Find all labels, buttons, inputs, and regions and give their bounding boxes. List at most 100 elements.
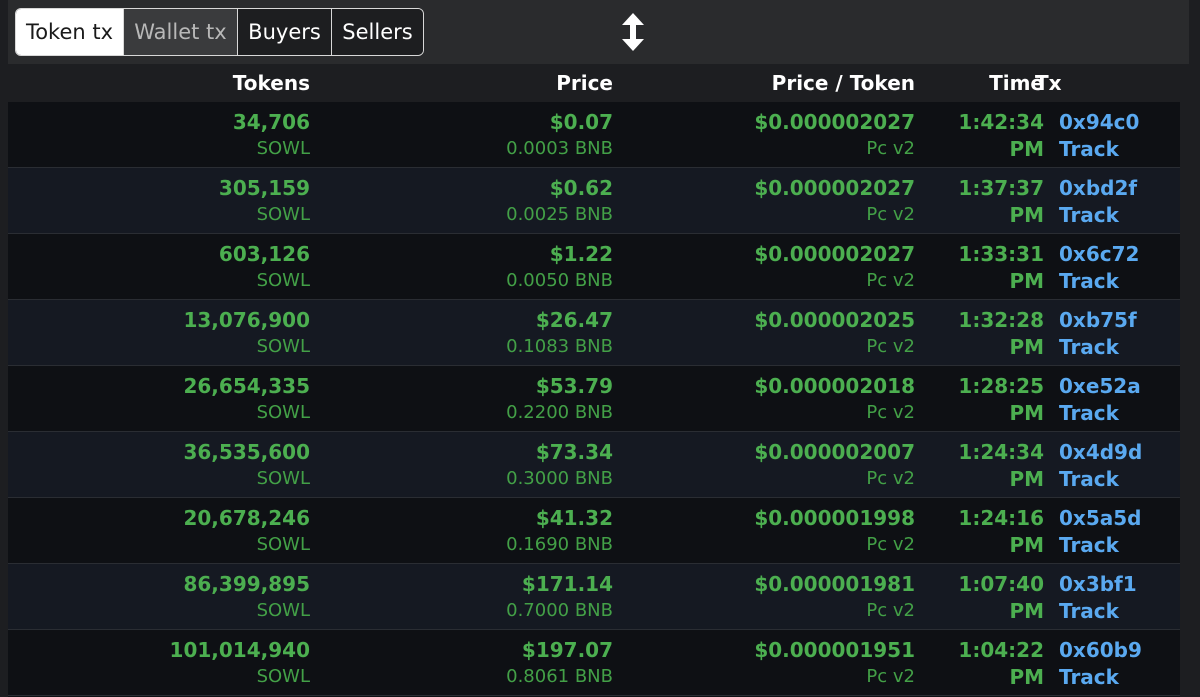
price-usd: $53.79 [535,374,613,398]
price-per-token: $0.000001998 [754,506,915,530]
token-symbol: SOWL [256,204,310,225]
price-usd: $41.32 [535,506,613,530]
tx-ampm: PM [1009,203,1044,227]
tx-time: 1:24:34 [958,440,1044,464]
tx-time: 1:32:28 [958,308,1044,332]
price-bnb: 0.1083 BNB [506,336,613,357]
dex-label: Pc v2 [866,270,915,291]
price-usd: $1.22 [549,242,613,266]
tx-hash-link[interactable]: 0xe52a [1059,374,1141,398]
column-header-tx[interactable]: Tx [1035,64,1062,102]
dex-label: Pc v2 [866,600,915,621]
tokens-amount: 305,159 [218,176,310,200]
price-usd: $73.34 [535,440,613,464]
token-symbol: SOWL [256,138,310,159]
tab-sellers[interactable]: Sellers [332,9,423,55]
token-symbol: SOWL [256,666,310,687]
tx-time: 1:37:37 [958,176,1044,200]
price-bnb: 0.3000 BNB [506,468,613,489]
price-per-token: $0.000002007 [754,440,915,464]
table-row[interactable]: 36,535,600 SOWL $73.34 0.3000 BNB $0.0000020… [8,432,1180,498]
dex-label: Pc v2 [866,204,915,225]
table-row[interactable]: 34,706 SOWL $0.07 0.0003 BNB $0.000002027 Pc … [8,102,1180,168]
tx-ampm: PM [1009,335,1044,359]
track-link[interactable]: Track [1059,203,1119,227]
price-per-token: $0.000001981 [754,572,915,596]
price-per-token: $0.000002027 [754,242,915,266]
vertical-resize-icon[interactable] [620,12,646,52]
price-bnb: 0.0003 BNB [506,138,613,159]
price-bnb: 0.7000 BNB [506,600,613,621]
price-usd: $197.07 [521,638,613,662]
tx-ampm: PM [1009,401,1044,425]
token-symbol: SOWL [256,534,310,555]
table-row[interactable]: 603,126 SOWL $1.22 0.0050 BNB $0.000002027 Pc… [8,234,1180,300]
column-header-price-per-token[interactable]: Price / Token [772,64,915,102]
tx-ampm: PM [1009,599,1044,623]
tx-time: 1:04:22 [958,638,1044,662]
dex-label: Pc v2 [866,336,915,357]
dex-label: Pc v2 [866,138,915,159]
dex-label: Pc v2 [866,666,915,687]
price-bnb: 0.0025 BNB [506,204,613,225]
dex-label: Pc v2 [866,402,915,423]
track-link[interactable]: Track [1059,467,1119,491]
tab-token-tx[interactable]: Token tx [16,9,124,55]
transactions-table: 34,706 SOWL $0.07 0.0003 BNB $0.000002027 Pc … [8,102,1180,697]
tokens-amount: 101,014,940 [169,638,310,662]
table-row[interactable]: 26,654,335 SOWL $53.79 0.2200 BNB $0.0000020… [8,366,1180,432]
tab-group: Token tx Wallet tx Buyers Sellers [15,8,424,56]
dex-label: Pc v2 [866,468,915,489]
tx-ampm: PM [1009,137,1044,161]
tx-hash-link[interactable]: 0x4d9d [1059,440,1142,464]
tx-hash-link[interactable]: 0x6c72 [1059,242,1139,266]
track-link[interactable]: Track [1059,401,1119,425]
tx-time: 1:33:31 [958,242,1044,266]
track-link[interactable]: Track [1059,599,1119,623]
column-header-tokens[interactable]: Tokens [233,64,310,102]
price-per-token: $0.000002018 [754,374,915,398]
price-per-token: $0.000002025 [754,308,915,332]
tokens-amount: 20,678,246 [183,506,310,530]
scrollbar[interactable] [1180,102,1189,697]
tokens-amount: 26,654,335 [183,374,310,398]
table-row[interactable]: 13,076,900 SOWL $26.47 0.1083 BNB $0.0000020… [8,300,1180,366]
tab-buyers[interactable]: Buyers [238,9,332,55]
price-per-token: $0.000001951 [754,638,915,662]
price-usd: $0.62 [549,176,613,200]
tx-hash-link[interactable]: 0xbd2f [1059,176,1137,200]
tokens-amount: 86,399,895 [183,572,310,596]
tokens-amount: 13,076,900 [183,308,310,332]
tx-hash-link[interactable]: 0x5a5d [1059,506,1141,530]
price-usd: $26.47 [535,308,613,332]
tx-hash-link[interactable]: 0x3bf1 [1059,572,1137,596]
table-row[interactable]: 86,399,895 SOWL $171.14 0.7000 BNB $0.000001… [8,564,1180,630]
token-symbol: SOWL [256,336,310,357]
price-usd: $171.14 [521,572,613,596]
token-symbol: SOWL [256,468,310,489]
token-symbol: SOWL [256,270,310,291]
tab-wallet-tx[interactable]: Wallet tx [124,9,238,55]
tx-time: 1:07:40 [958,572,1044,596]
track-link[interactable]: Track [1059,533,1119,557]
track-link[interactable]: Track [1059,335,1119,359]
track-link[interactable]: Track [1059,137,1119,161]
tokens-amount: 603,126 [218,242,310,266]
price-bnb: 0.8061 BNB [506,666,613,687]
table-header: Tokens Price Price / Token Time Tx [8,64,1189,102]
price-per-token: $0.000002027 [754,176,915,200]
table-row[interactable]: 305,159 SOWL $0.62 0.0025 BNB $0.000002027 Pc… [8,168,1180,234]
tx-hash-link[interactable]: 0x60b9 [1059,638,1142,662]
table-row[interactable]: 20,678,246 SOWL $41.32 0.1690 BNB $0.0000019… [8,498,1180,564]
token-symbol: SOWL [256,402,310,423]
column-header-price[interactable]: Price [556,64,613,102]
track-link[interactable]: Track [1059,665,1119,689]
tx-hash-link[interactable]: 0x94c0 [1059,110,1139,134]
tx-hash-link[interactable]: 0xb75f [1059,308,1137,332]
tx-ampm: PM [1009,467,1044,491]
transactions-panel: Token tx Wallet tx Buyers Sellers Tokens… [0,0,1200,697]
price-bnb: 0.1690 BNB [506,534,613,555]
track-link[interactable]: Track [1059,269,1119,293]
table-row[interactable]: 101,014,940 SOWL $197.07 0.8061 BNB $0.00000… [8,630,1180,696]
tokens-amount: 36,535,600 [183,440,310,464]
